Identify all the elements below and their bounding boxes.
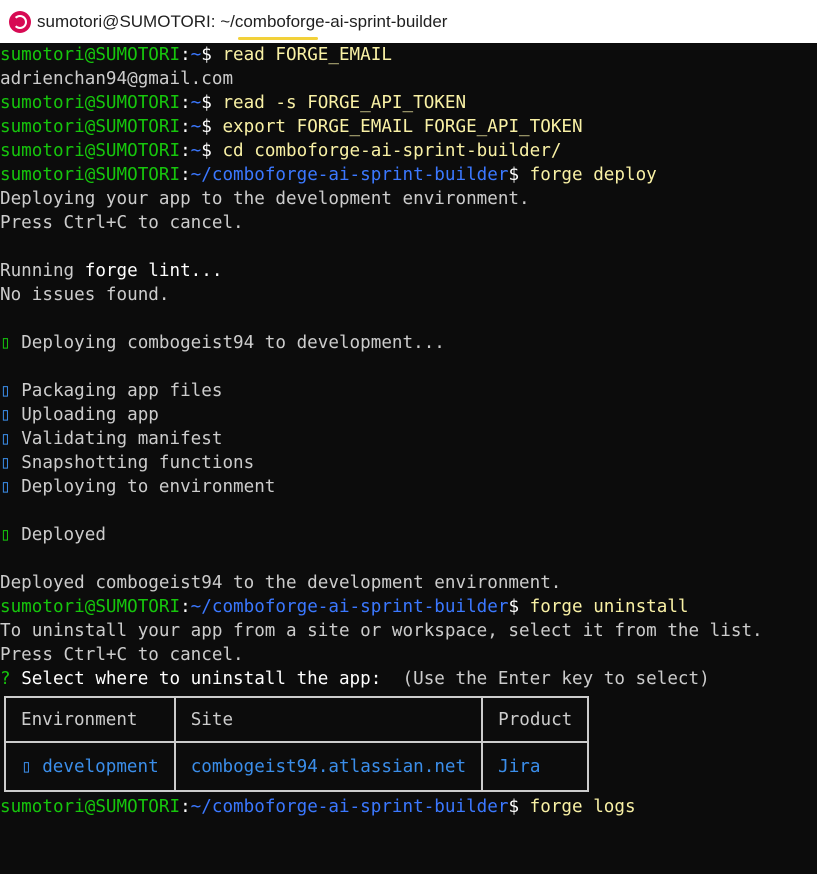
table-row[interactable]: ▯ development combogeist94.atlassian.net…	[4, 741, 590, 792]
selection-icon: ▯	[21, 756, 32, 777]
command-text: forge logs	[529, 797, 636, 817]
terminal-line: Deploying your app to the development en…	[0, 189, 530, 209]
command-text: forge deploy	[529, 165, 657, 185]
command-text: export FORGE_EMAIL FORGE_API_TOKEN	[222, 117, 583, 137]
terminal-line: ▯ Deployed	[0, 523, 817, 547]
title-highlight	[238, 37, 318, 40]
status-text: Deployed	[21, 525, 106, 545]
terminal-line: ▯ Snapshotting functions	[0, 451, 817, 475]
step-icon: ▯	[0, 429, 11, 449]
prompt-sep: :	[180, 45, 191, 65]
debian-icon	[9, 10, 31, 33]
terminal-line: ▯ Packaging app files	[0, 379, 817, 403]
cell-environment[interactable]: ▯ development	[4, 741, 176, 792]
step-icon: ▯	[0, 477, 11, 497]
status-icon: ▯	[0, 525, 11, 545]
step-text: Deploying to environment	[21, 477, 276, 497]
prompt-sep: :	[180, 597, 191, 617]
prompt-sep: :	[180, 117, 191, 137]
terminal-line: adrienchan94@gmail.com	[0, 69, 234, 89]
step-text: Snapshotting functions	[21, 453, 255, 473]
prompt-dollar: $	[201, 117, 223, 137]
terminal-line: Deployed combogeist94 to the development…	[0, 573, 562, 593]
prompt-user: sumotori@SUMOTORI	[0, 93, 181, 113]
terminal-line: No issues found.	[0, 285, 170, 305]
prompt-dollar: $	[508, 165, 530, 185]
terminal-line: ▯ Uploading app	[0, 403, 817, 427]
terminal-output[interactable]: sumotori@SUMOTORI:~$ read FORGE_EMAIL ad…	[0, 43, 817, 874]
terminal-line: ▯ Deploying to environment	[0, 475, 817, 499]
terminal-line: ▯ Validating manifest	[0, 427, 817, 451]
terminal-line: Press Ctrl+C to cancel.	[0, 213, 244, 233]
cell-product[interactable]: Jira	[481, 741, 590, 792]
step-icon: ▯	[0, 405, 11, 425]
terminal-line: Running forge lint...	[0, 259, 817, 283]
prompt-user: sumotori@SUMOTORI	[0, 141, 181, 161]
prompt-path: ~	[190, 117, 202, 137]
lint-prefix: Running	[0, 261, 85, 281]
prompt-path: ~	[190, 93, 202, 113]
header-environment: Environment	[4, 696, 176, 743]
header-site: Site	[173, 696, 484, 743]
selection-table-wrapper: Environment Site Product ▯ development c…	[0, 691, 817, 795]
step-text: Packaging app files	[21, 381, 223, 401]
prompt-user: sumotori@SUMOTORI	[0, 165, 181, 185]
prompt-sep: :	[180, 93, 191, 113]
prompt-path: ~	[190, 45, 202, 65]
status-text: Deploying combogeist94 to development...	[21, 333, 445, 353]
prompt-dollar: $	[508, 797, 530, 817]
terminal-line: ? Select where to uninstall the app: (Us…	[0, 667, 817, 691]
header-product: Product	[481, 696, 590, 743]
step-icon: ▯	[0, 453, 11, 473]
prompt-dollar: $	[508, 597, 530, 617]
prompt-user: sumotori@SUMOTORI	[0, 45, 181, 65]
cell-site[interactable]: combogeist94.atlassian.net	[173, 741, 484, 792]
environment-value: development	[42, 756, 159, 777]
prompt-path: ~/comboforge-ai-sprint-builder	[190, 797, 509, 817]
prompt-dollar: $	[201, 141, 223, 161]
step-icon: ▯	[0, 381, 11, 401]
terminal-line: ▯ Deploying combogeist94 to development.…	[0, 331, 817, 355]
lint-command: forge lint...	[84, 261, 223, 281]
window-title: sumotori@SUMOTORI: ~/comboforge-ai-sprin…	[37, 11, 448, 31]
terminal-line: sumotori@SUMOTORI:~$ export FORGE_EMAIL …	[0, 115, 817, 139]
selection-table[interactable]: Environment Site Product ▯ development c…	[4, 696, 590, 792]
status-icon: ▯	[0, 333, 11, 353]
command-text: cd comboforge-ai-sprint-builder/	[222, 141, 562, 161]
terminal-line: sumotori@SUMOTORI:~$ cd comboforge-ai-sp…	[0, 139, 817, 163]
terminal-line: sumotori@SUMOTORI:~/comboforge-ai-sprint…	[0, 795, 817, 819]
command-text: read FORGE_EMAIL	[222, 45, 392, 65]
select-prompt: Select where to uninstall the app:	[21, 669, 382, 689]
terminal-line: sumotori@SUMOTORI:~/comboforge-ai-sprint…	[0, 595, 817, 619]
prompt-user: sumotori@SUMOTORI	[0, 797, 181, 817]
command-text: read -s FORGE_API_TOKEN	[222, 93, 467, 113]
command-text: forge uninstall	[529, 597, 689, 617]
step-text: Uploading app	[21, 405, 159, 425]
prompt-sep: :	[180, 165, 191, 185]
select-hint: (Use the Enter key to select)	[402, 669, 710, 689]
question-mark: ?	[0, 669, 11, 689]
prompt-path: ~	[190, 141, 202, 161]
step-text: Validating manifest	[21, 429, 223, 449]
window-titlebar[interactable]: sumotori@SUMOTORI: ~/comboforge-ai-sprin…	[0, 0, 817, 43]
terminal-line: sumotori@SUMOTORI:~/comboforge-ai-sprint…	[0, 163, 817, 187]
terminal-line: To uninstall your app from a site or wor…	[0, 621, 763, 641]
prompt-user: sumotori@SUMOTORI	[0, 117, 181, 137]
prompt-path: ~/comboforge-ai-sprint-builder	[190, 597, 509, 617]
prompt-sep: :	[180, 797, 191, 817]
terminal-line: sumotori@SUMOTORI:~$ read FORGE_EMAIL	[0, 43, 817, 67]
table-header-row: Environment Site Product	[4, 696, 590, 743]
prompt-user: sumotori@SUMOTORI	[0, 597, 181, 617]
terminal-line: Press Ctrl+C to cancel.	[0, 645, 244, 665]
terminal-line: sumotori@SUMOTORI:~$ read -s FORGE_API_T…	[0, 91, 817, 115]
prompt-sep: :	[180, 141, 191, 161]
prompt-dollar: $	[201, 45, 223, 65]
prompt-dollar: $	[201, 93, 223, 113]
prompt-path: ~/comboforge-ai-sprint-builder	[190, 165, 509, 185]
